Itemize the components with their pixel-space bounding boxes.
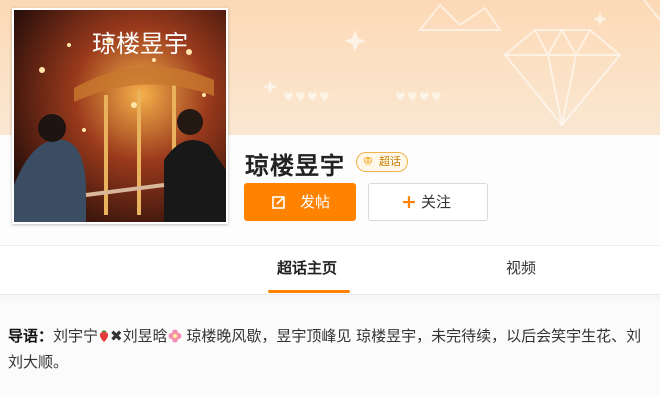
svg-text:♥: ♥ xyxy=(407,90,418,104)
cover-title: 琼楼昱宇 xyxy=(92,30,188,58)
svg-text:♥: ♥ xyxy=(419,90,430,104)
tab-super-topic-home[interactable]: 超话主页 xyxy=(277,246,337,292)
plus-icon: + xyxy=(401,191,417,213)
super-topic-badge: 超话 xyxy=(356,152,408,172)
follow-button[interactable]: + 关注 xyxy=(368,183,488,221)
guide-label: 导语： xyxy=(8,327,54,345)
strawberry-icon xyxy=(98,325,110,342)
edit-icon xyxy=(272,196,285,209)
guide-name-2: 刘昱晗 xyxy=(122,327,168,345)
post-button[interactable]: 发帖 xyxy=(244,183,356,221)
diamond-icon xyxy=(363,156,373,169)
svg-text:♥: ♥ xyxy=(395,90,406,104)
svg-text:♥: ♥ xyxy=(307,90,318,104)
tab-bar: 超话主页 视频 xyxy=(0,245,660,295)
page-title: 琼楼昱宇 xyxy=(245,152,345,180)
cover-illustration: 琼楼昱宇 xyxy=(14,10,226,222)
badge-label: 超话 xyxy=(379,155,401,168)
guide-text: 导语：刘宇宁 ✖刘昱晗 琼楼晚风歇，昱宇顶峰见 琼楼昱宇，未完待续，以后会笑宇生花… xyxy=(8,323,648,375)
cover-image[interactable]: 琼楼昱宇 xyxy=(12,8,228,224)
svg-text:♥: ♥ xyxy=(283,90,294,104)
active-tab-indicator xyxy=(268,290,350,293)
svg-text:♥: ♥ xyxy=(295,90,306,104)
guide-section: 导语：刘宇宁 ✖刘昱晗 琼楼晚风歇，昱宇顶峰见 琼楼昱宇，未完待续，以后会笑宇生花… xyxy=(0,301,660,396)
svg-text:♥: ♥ xyxy=(319,90,330,104)
flower-icon xyxy=(168,325,182,343)
post-button-label: 发帖 xyxy=(300,193,331,211)
tab-video[interactable]: 视频 xyxy=(506,246,536,292)
follow-button-label: 关注 xyxy=(421,193,452,211)
svg-text:♥: ♥ xyxy=(431,90,442,104)
guide-name-1: 刘宇宁 xyxy=(53,327,99,345)
cross-mark-icon: ✖ xyxy=(110,327,123,345)
